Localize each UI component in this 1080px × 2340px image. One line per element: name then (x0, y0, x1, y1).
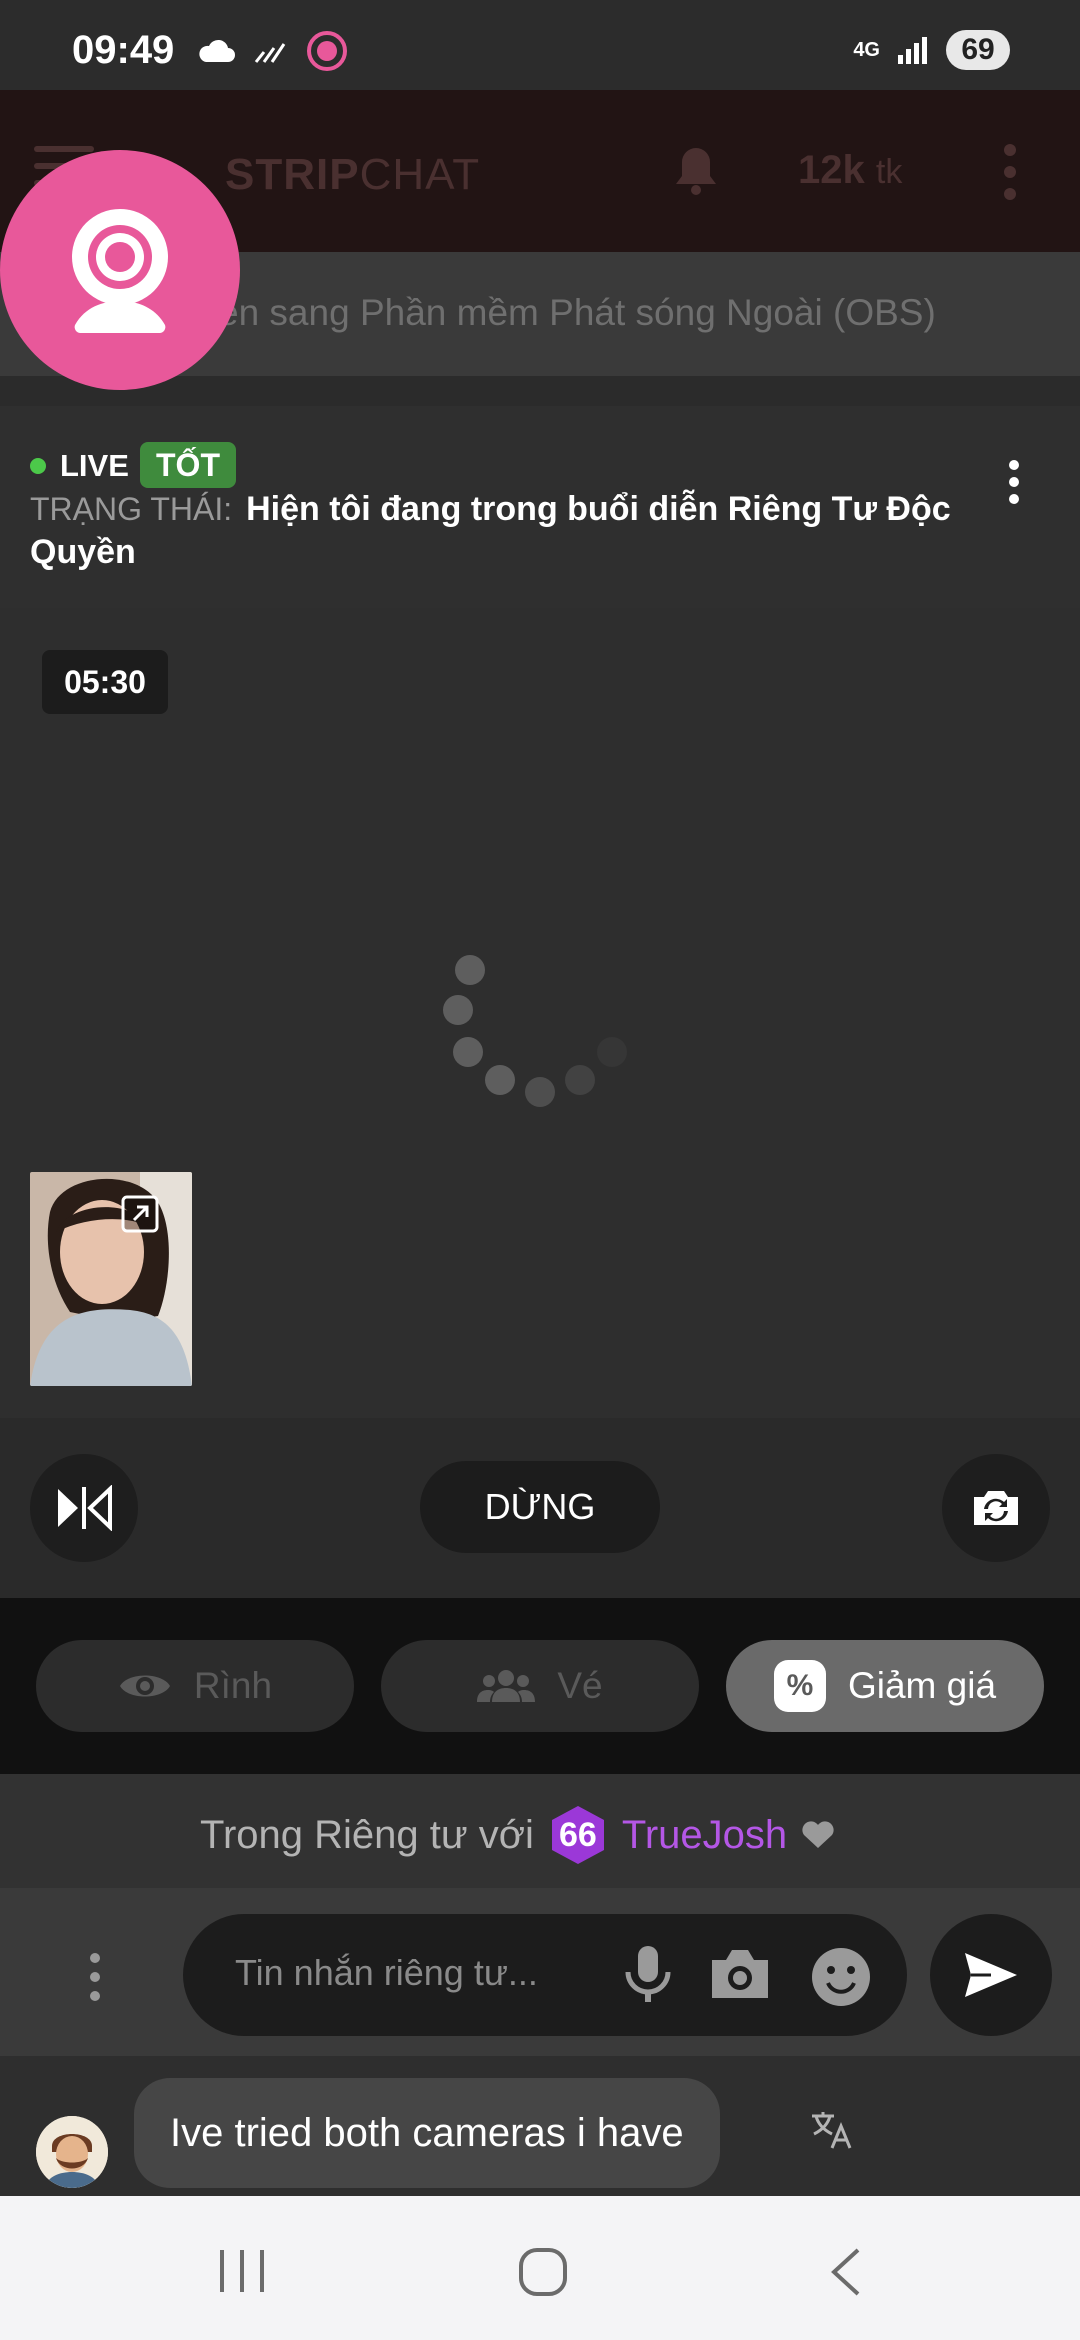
group-icon (477, 1670, 536, 1702)
more-options-icon[interactable] (1000, 142, 1020, 202)
token-unit: tk (875, 153, 903, 191)
user-level-number: 66 (558, 1815, 597, 1854)
obs-banner-text: ển sang Phần mềm Phát sóng Ngoài (OBS) (218, 292, 936, 333)
live-label: LIVE (60, 448, 129, 483)
status-line: TRẠNG THÁI: Hiện tôi đang trong buổi diễn… (30, 488, 990, 574)
microphone-icon[interactable] (620, 1944, 676, 2004)
tab-ticket-label: Vé (557, 1665, 603, 1706)
status-icons-right: 4G 69 (853, 30, 1010, 70)
avatar-image (36, 2116, 108, 2188)
send-button[interactable] (930, 1914, 1052, 2036)
home-icon[interactable] (518, 2247, 568, 2297)
popout-icon[interactable] (120, 1194, 160, 1234)
cloud-icon (199, 39, 235, 62)
tab-discount-label: Giảm giá (847, 1665, 997, 1706)
stream-options-icon[interactable] (1004, 458, 1024, 508)
discount-icon: % (773, 1660, 826, 1712)
private-prefix: Trong Riêng tư với (200, 1812, 534, 1857)
app-notification-icon (307, 31, 347, 71)
tab-discount[interactable]: % Giảm giá (726, 1640, 1044, 1732)
message-placeholder: Tin nhắn riêng tư... (235, 1952, 538, 1993)
token-value: 12k (798, 148, 865, 192)
session-timer: 05:30 (42, 650, 168, 714)
live-indicator-dot (30, 458, 46, 474)
switch-camera-button[interactable] (942, 1454, 1050, 1562)
stop-button[interactable]: DỪNG (420, 1461, 660, 1553)
status-label: TRẠNG THÁI: (30, 491, 233, 527)
heart-icon (802, 1821, 834, 1848)
self-preview-thumbnail[interactable] (30, 1172, 192, 1386)
mirror-button[interactable] (30, 1454, 138, 1562)
status-icons-left (196, 30, 348, 72)
translate-icon[interactable] (810, 2110, 854, 2150)
tab-spy-label: Rình (193, 1665, 273, 1706)
private-username[interactable]: TrueJosh (622, 1813, 787, 1858)
brand-logo[interactable]: STRIPCHAT (225, 150, 480, 200)
chat-message[interactable]: Ive tried both cameras i have (134, 2078, 720, 2188)
bell-icon[interactable] (674, 144, 718, 196)
switch-camera-icon (974, 1491, 1018, 1525)
status-time: 09:49 (72, 28, 175, 72)
token-balance[interactable]: 12k tk (798, 148, 902, 193)
private-show-info: Trong Riêng tư với 66 TrueJosh (0, 1774, 1080, 1888)
user-level-badge: 66 (548, 1804, 608, 1866)
webcam-bubble[interactable] (0, 150, 240, 390)
composer-menu-icon[interactable] (88, 1952, 102, 2002)
tab-spy[interactable]: Rình (36, 1640, 354, 1732)
brand-thin-text: CHAT (359, 150, 481, 199)
emoji-icon[interactable] (810, 1946, 872, 2008)
webcam-icon (72, 209, 168, 333)
eye-icon (119, 1675, 170, 1697)
wifi-off-icon (254, 43, 286, 63)
recent-apps-icon[interactable] (218, 2248, 266, 2294)
brand-bold-text: STRIP (225, 150, 360, 199)
battery-indicator: 69 (946, 30, 1010, 70)
self-preview-image (30, 1172, 192, 1386)
send-icon (965, 1953, 1017, 1997)
back-icon[interactable] (826, 2246, 866, 2298)
network-label: 4G (853, 39, 880, 61)
signal-icon (898, 37, 927, 64)
loading-spinner-icon (443, 955, 627, 1107)
camera-icon[interactable] (708, 1946, 772, 2002)
quality-badge: TỐT (140, 442, 236, 488)
status-bar: 09:49 4G 69 (0, 0, 1080, 90)
tab-ticket[interactable]: Vé (381, 1640, 699, 1732)
mirror-icon (58, 1485, 112, 1531)
avatar[interactable] (36, 2116, 108, 2188)
